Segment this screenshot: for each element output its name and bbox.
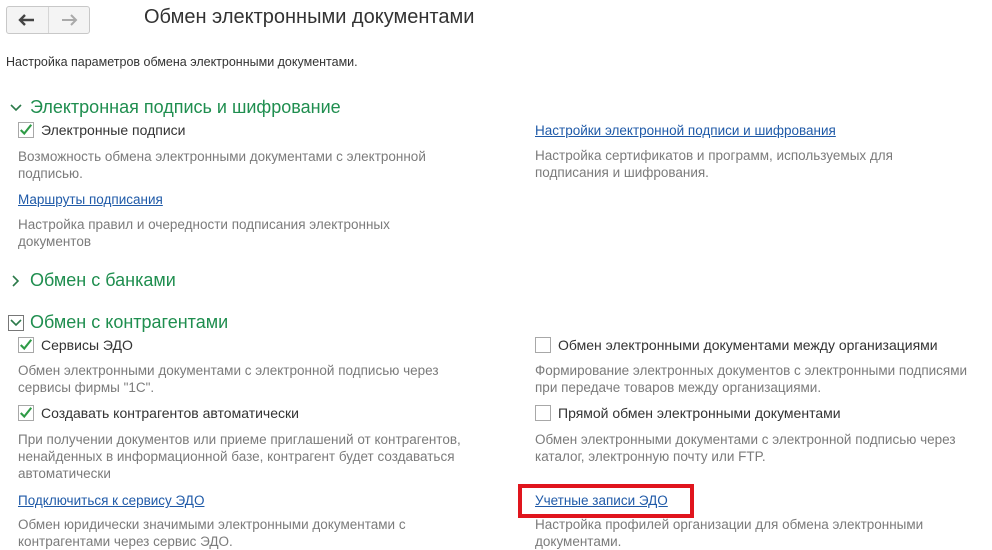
- navigation-buttons: [6, 6, 90, 34]
- chevron-down-icon: [8, 100, 24, 116]
- connect-edo-description: Обмен юридически значимыми электронными …: [18, 517, 406, 549]
- checkbox-box: [18, 337, 34, 353]
- signature-settings-link[interactable]: Настройки электронной подписи и шифрован…: [535, 123, 836, 138]
- between-orgs-description: Формирование электронных документов с эл…: [535, 363, 968, 395]
- edo-accounts-link[interactable]: Учетные записи ЭДО: [535, 493, 668, 508]
- direct-exchange-checkbox[interactable]: Прямой обмен электронными документами: [535, 405, 841, 421]
- checkbox-box: [18, 122, 34, 138]
- checkbox-box: [535, 337, 551, 353]
- signatures-description: Возможность обмена электронными документ…: [18, 149, 426, 181]
- edo-services-description: Обмен электронными документами с электро…: [18, 363, 439, 395]
- edo-accounts-description: Настройка профилей организации для обмен…: [535, 517, 924, 549]
- signing-routes-description: Настройка правил и очередности подписани…: [18, 217, 390, 249]
- forward-button[interactable]: [47, 7, 90, 33]
- edo-services-checkbox[interactable]: Сервисы ЭДО: [18, 337, 133, 353]
- arrow-left-icon: [18, 14, 35, 26]
- section-counterparties-toggle[interactable]: Обмен с контрагентами: [8, 312, 228, 333]
- direct-exchange-description: Обмен электронными документами с электро…: [535, 432, 956, 464]
- checkbox-box: [18, 405, 34, 421]
- section-signature-title: Электронная подпись и шифрование: [30, 97, 341, 117]
- checkmark-icon: [20, 407, 33, 419]
- arrow-right-icon: [61, 14, 78, 26]
- section-banks-title: Обмен с банками: [30, 270, 176, 290]
- section-signature-toggle[interactable]: Электронная подпись и шифрование: [8, 97, 341, 118]
- page-title: Обмен электронными документами: [144, 6, 475, 28]
- checkmark-icon: [20, 339, 33, 351]
- signing-routes-link[interactable]: Маршруты подписания: [18, 192, 163, 207]
- edo-services-label: Сервисы ЭДО: [41, 337, 133, 353]
- page-subtitle: Настройка параметров обмена электронными…: [6, 55, 358, 69]
- auto-create-checkbox[interactable]: Создавать контрагентов автоматически: [18, 405, 299, 421]
- signature-settings-description: Настройка сертификатов и программ, испол…: [535, 148, 893, 180]
- signatures-label: Электронные подписи: [41, 122, 186, 138]
- between-orgs-checkbox[interactable]: Обмен электронными документами между орг…: [535, 337, 938, 353]
- direct-exchange-label: Прямой обмен электронными документами: [558, 405, 841, 421]
- section-counterparties-title: Обмен с контрагентами: [30, 312, 229, 332]
- auto-create-description: При получении документов или приеме приг…: [18, 432, 461, 481]
- auto-create-label: Создавать контрагентов автоматически: [41, 405, 299, 421]
- checkmark-icon: [20, 124, 33, 136]
- back-button[interactable]: [7, 7, 48, 33]
- signatures-checkbox[interactable]: Электронные подписи: [18, 122, 185, 138]
- between-orgs-label: Обмен электронными документами между орг…: [558, 337, 938, 353]
- connect-edo-link[interactable]: Подключиться к сервису ЭДО: [18, 493, 204, 508]
- chevron-down-icon: [8, 314, 24, 331]
- chevron-right-icon: [8, 273, 24, 289]
- section-banks-toggle[interactable]: Обмен с банками: [8, 270, 176, 291]
- checkbox-box: [535, 405, 551, 421]
